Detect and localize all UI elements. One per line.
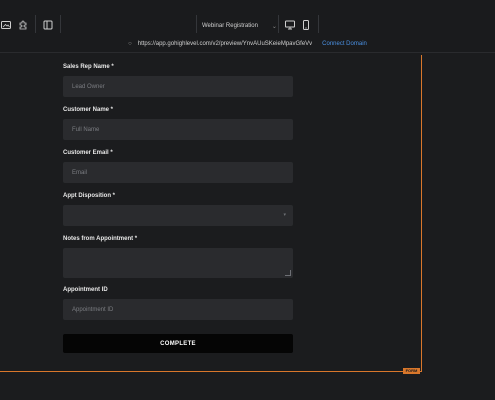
notes-textarea[interactable] <box>63 248 293 278</box>
customer-name-input[interactable]: Full Name <box>63 119 293 140</box>
complete-button[interactable]: COMPLETE <box>63 334 293 353</box>
page-selector-label: Webinar Registration <box>202 23 258 29</box>
toolbar-divider <box>60 15 61 33</box>
image-icon[interactable] <box>0 19 12 31</box>
sales-rep-name-label: Sales Rep Name * <box>63 64 114 70</box>
sales-rep-name-input[interactable]: Lead Owner <box>63 76 293 97</box>
customer-name-placeholder: Full Name <box>72 126 100 133</box>
toolbar-divider <box>278 15 279 33</box>
customer-email-label: Customer Email * <box>63 150 113 156</box>
form-outline-right <box>421 55 422 372</box>
toolbar-divider <box>196 15 197 33</box>
preview-url[interactable]: https://app.gohighlevel.com/v2/preview/Y… <box>138 41 312 47</box>
sales-rep-name-placeholder: Lead Owner <box>72 83 105 90</box>
chevron-down-icon: ⌄ <box>271 23 277 30</box>
top-toolbar: Webinar Registration ⌄ ○ https://app.goh… <box>0 0 495 53</box>
chevron-down-icon: ▾ <box>283 212 286 218</box>
appt-disposition-select[interactable]: ▾ <box>63 205 293 226</box>
form-tag[interactable]: FORM <box>403 368 420 374</box>
customer-email-placeholder: Email <box>72 169 88 176</box>
resize-handle-icon[interactable] <box>285 270 291 276</box>
appt-disposition-label: Appt Disposition * <box>63 193 115 199</box>
toolbar-divider <box>318 15 319 33</box>
lock-icon: ○ <box>128 41 132 47</box>
desktop-icon[interactable] <box>284 19 296 31</box>
mobile-icon[interactable] <box>300 19 312 31</box>
form-outline-bottom <box>0 371 422 372</box>
connect-domain-link[interactable]: Connect Domain <box>322 41 367 47</box>
url-bar: ○ https://app.gohighlevel.com/v2/preview… <box>0 38 495 50</box>
puzzle-icon[interactable] <box>17 19 29 31</box>
toolbar-divider <box>35 15 36 33</box>
notes-label: Notes from Appointment * <box>63 236 138 242</box>
layout-icon[interactable] <box>42 19 54 31</box>
customer-name-label: Customer Name * <box>63 107 114 113</box>
appointment-id-placeholder: Appointment ID <box>72 306 114 313</box>
appointment-id-input[interactable]: Appointment ID <box>63 299 293 320</box>
customer-email-input[interactable]: Email <box>63 162 293 183</box>
appointment-id-label: Appointment ID <box>63 287 108 293</box>
page-selector[interactable]: Webinar Registration ⌄ <box>202 17 277 35</box>
